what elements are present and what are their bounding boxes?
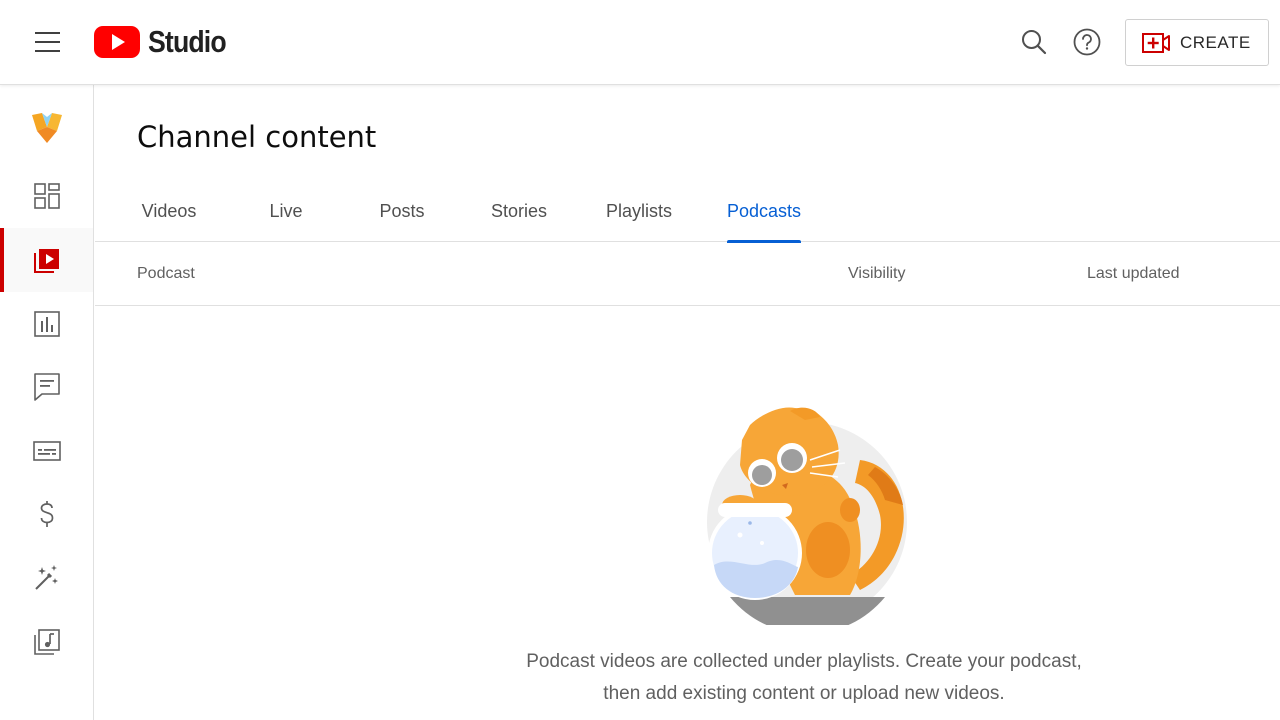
left-nav (0, 85, 94, 720)
tab-posts[interactable]: Posts (379, 180, 425, 242)
dollar-icon (40, 501, 53, 527)
analytics-icon (33, 311, 60, 337)
menu-button[interactable] (22, 24, 72, 60)
column-header-last-updated[interactable]: Last updated (1087, 265, 1180, 283)
sidebar-item-subtitles[interactable] (0, 419, 93, 483)
tab-playlists[interactable]: Playlists (604, 180, 674, 242)
tab-live[interactable]: Live (266, 180, 306, 242)
tab-podcasts[interactable]: Podcasts (727, 180, 801, 243)
help-icon (1073, 28, 1101, 56)
column-header-podcast: Podcast (137, 265, 195, 282)
audio-library-icon (33, 629, 60, 655)
sidebar-item-earn[interactable] (0, 483, 93, 547)
top-app-bar: Studio CREATE (0, 0, 1280, 85)
dashboard-icon (33, 183, 60, 209)
content-tabs: Videos Live Posts Stories Playlists Podc… (95, 180, 1280, 243)
tab-videos[interactable]: Videos (141, 180, 197, 242)
channel-avatar-icon (31, 113, 62, 143)
help-button[interactable] (1067, 22, 1107, 62)
content-icon (33, 249, 59, 273)
magic-wand-icon (34, 565, 58, 590)
sidebar-item-channel[interactable] (0, 95, 93, 159)
create-button[interactable]: CREATE (1125, 19, 1269, 66)
create-button-label: CREATE (1180, 32, 1251, 52)
subtitles-icon (32, 441, 61, 461)
create-video-icon (1142, 32, 1170, 53)
sidebar-item-dashboard[interactable] (0, 164, 93, 228)
sidebar-item-analytics[interactable] (0, 292, 93, 356)
sidebar-item-comments[interactable] (0, 355, 93, 419)
table-header: Podcast Visibility Last updated (95, 243, 1280, 306)
page-title: Channel content (137, 120, 377, 154)
studio-wordmark: Studio (148, 24, 227, 59)
search-icon (1022, 30, 1047, 55)
comments-icon (33, 373, 60, 401)
hamburger-menu-icon (35, 32, 60, 52)
youtube-studio-logo[interactable]: Studio (94, 24, 238, 60)
youtube-logo-icon (94, 26, 140, 58)
tab-stories[interactable]: Stories (490, 180, 548, 242)
sidebar-item-content[interactable] (0, 228, 93, 292)
sidebar-item-customization[interactable] (0, 546, 93, 610)
empty-state-message: Podcast videos are collected under playl… (440, 646, 1168, 710)
empty-state-line-1: Podcast videos are collected under playl… (526, 651, 1082, 672)
cat-fishbowl-illustration (707, 407, 907, 625)
sidebar-item-audio-library[interactable] (0, 610, 93, 674)
search-button[interactable] (1014, 22, 1054, 62)
empty-state-line-2: then add existing content or upload new … (603, 683, 1005, 704)
column-header-visibility[interactable]: Visibility (848, 265, 906, 283)
